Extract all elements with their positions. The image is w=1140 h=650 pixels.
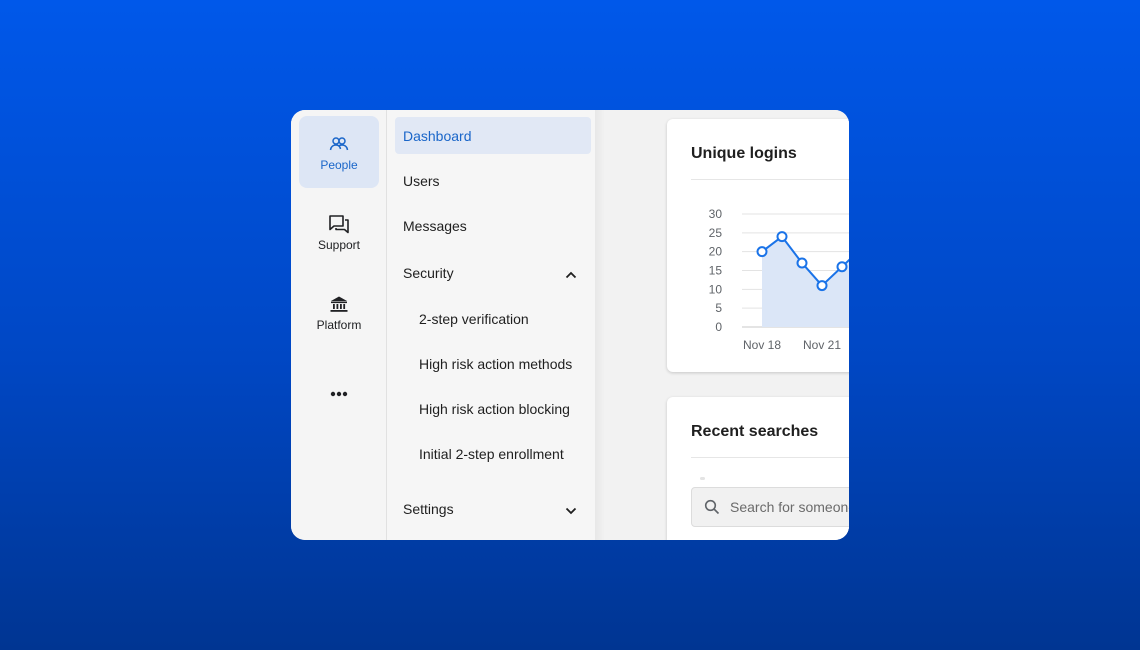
rail-label-people: People: [320, 158, 358, 172]
bank-icon: [329, 292, 349, 316]
nav-item-high-risk-methods[interactable]: High risk action methods: [395, 345, 591, 382]
card-divider: [691, 179, 849, 180]
series-area: [762, 236, 849, 327]
logins-chart: 30 25 20 15 10 5 0 Nov 18 Nov 21: [709, 207, 849, 352]
nav-label-settings: Settings: [403, 500, 454, 517]
unique-logins-card: Unique logins 30 25 20 15 10 5 0 Nov 18 Nov 21: [667, 119, 849, 372]
nav-item-initial-enrollment[interactable]: Initial 2-step enrollment: [395, 435, 591, 472]
chevron-up-icon: [565, 266, 577, 282]
rail-label-support: Support: [317, 238, 361, 252]
main-content: Unique logins 30 25 20 15 10 5 0 Nov 18 Nov 21 R…: [606, 110, 849, 540]
y-tick-label: 25: [709, 226, 723, 240]
search-input[interactable]: [728, 498, 849, 516]
chevron-down-icon: [565, 502, 577, 518]
card-title: Unique logins: [691, 145, 797, 162]
rail-item-support[interactable]: Support: [299, 196, 379, 268]
data-point: [776, 231, 788, 243]
nav-label-security: Security: [403, 264, 454, 281]
card-divider: [691, 457, 849, 458]
nav-item-dashboard[interactable]: Dashboard: [395, 117, 591, 154]
data-point: [796, 257, 808, 269]
y-tick-label: 0: [715, 320, 722, 334]
search-field[interactable]: [691, 487, 849, 527]
people-icon: [329, 132, 349, 156]
nav-item-high-risk-blocking[interactable]: High risk action blocking: [395, 390, 591, 427]
x-tick-label: Nov 18: [743, 338, 781, 352]
app-window: People Support Platform Dashboard Users …: [291, 110, 849, 540]
y-tick-label: 15: [709, 264, 723, 278]
nav-item-users[interactable]: Users: [395, 162, 591, 199]
data-point: [836, 261, 848, 273]
more-horizontal-icon: [330, 384, 348, 402]
rail-item-people[interactable]: People: [299, 116, 379, 188]
nav-item-security[interactable]: Security: [395, 254, 591, 291]
x-tick-label: Nov 21: [803, 338, 841, 352]
y-tick-label: 30: [709, 207, 723, 221]
more-button[interactable]: [299, 376, 379, 410]
nav-sub-label: High risk action blocking: [419, 400, 570, 417]
nav-item-messages[interactable]: Messages: [395, 207, 591, 244]
data-point: [816, 280, 828, 292]
y-tick-label: 20: [709, 245, 723, 259]
rail-label-platform: Platform: [316, 318, 362, 332]
nav-sub-label: 2-step verification: [419, 310, 529, 327]
data-point: [756, 246, 768, 258]
nav-label-dashboard: Dashboard: [403, 127, 472, 144]
card-title: Recent searches: [691, 423, 819, 440]
search-icon: [704, 499, 720, 515]
y-tick-label: 10: [709, 282, 723, 296]
nav-sub-label: Initial 2-step enrollment: [419, 445, 564, 462]
nav-item-2-step-verification[interactable]: 2-step verification: [395, 300, 591, 337]
chat-icon: [328, 212, 350, 236]
nav-sub-label: High risk action methods: [419, 355, 573, 372]
recent-searches-card: Recent searches: [667, 397, 849, 540]
y-tick-label: 5: [715, 301, 722, 315]
nav-label-users: Users: [403, 172, 440, 189]
nav-item-settings[interactable]: Settings: [395, 490, 591, 527]
section-nav: Dashboard Users Messages Security 2-step…: [387, 110, 605, 540]
nav-label-messages: Messages: [403, 217, 467, 234]
rail-item-platform[interactable]: Platform: [299, 276, 379, 348]
nav-rail: People Support Platform: [291, 110, 387, 540]
scroll-indicator: [700, 477, 705, 480]
